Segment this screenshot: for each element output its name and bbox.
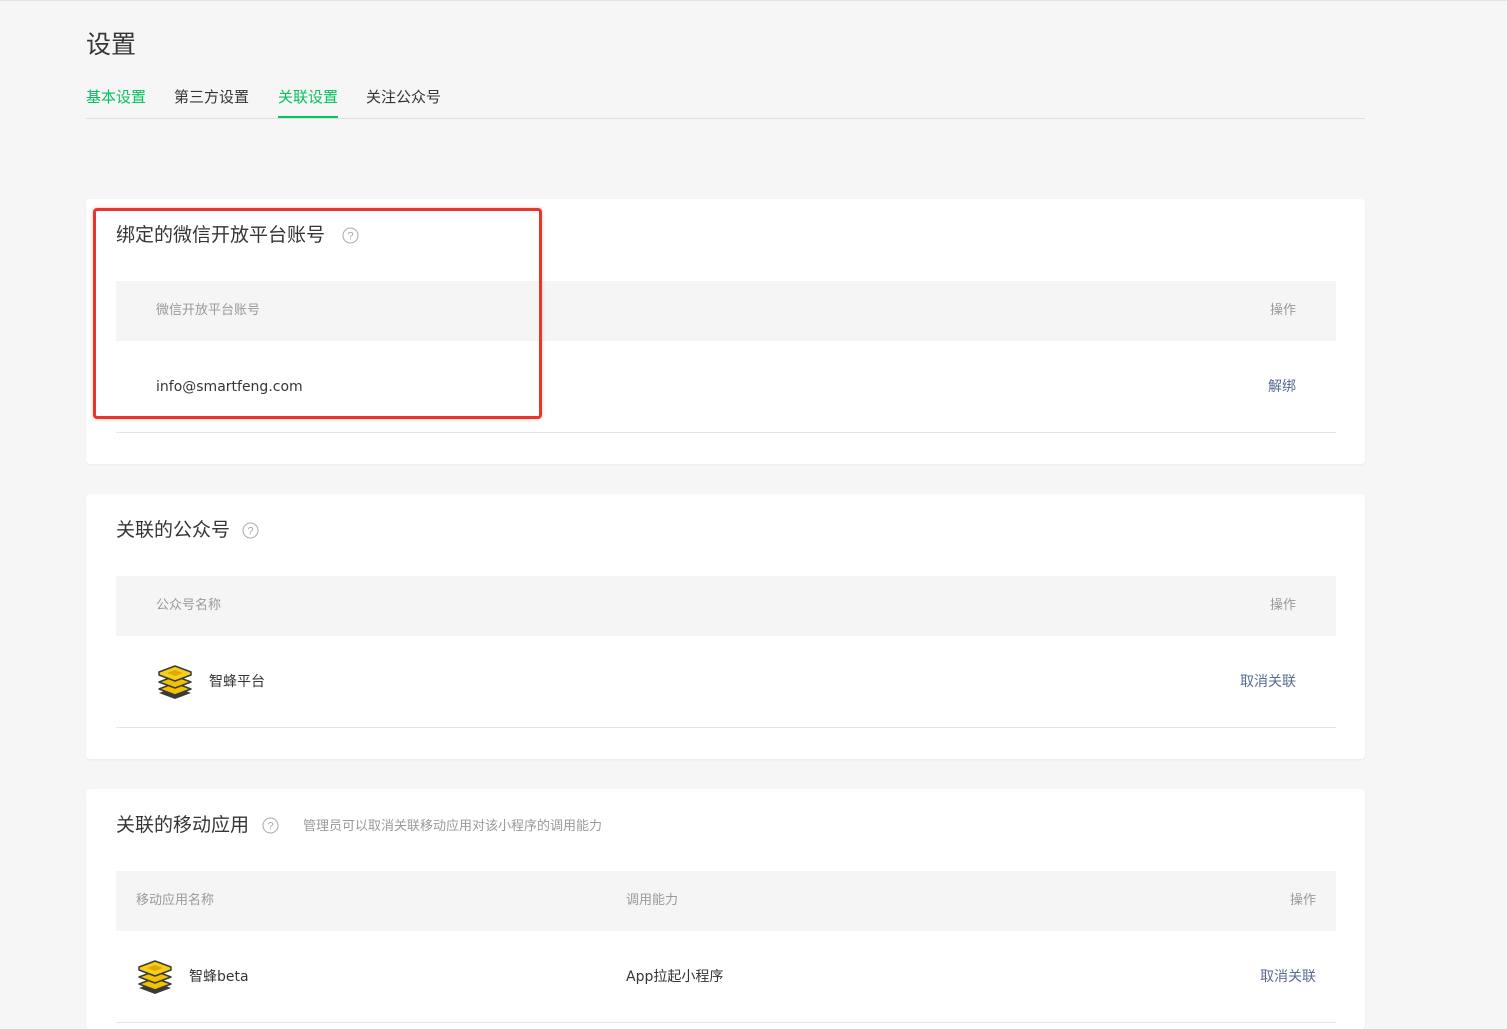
account-email: info@smartfeng.com [156,379,303,395]
tab-third-party-settings[interactable]: 第三方设置 [174,84,249,118]
column-header-action: 操作 [1269,598,1296,613]
settings-tabs: 基本设置 第三方设置 关联设置 关注公众号 [86,84,1365,119]
svg-text:?: ? [247,525,253,537]
column-header-name: 公众号名称 [156,598,222,613]
open-platform-card: 绑定的微信开放平台账号 ? 微信开放平台账号 操作 info@smartfeng… [86,199,1365,464]
page-title: 设置 [86,30,137,59]
svg-text:?: ? [347,230,353,242]
top-divider [0,0,1507,1]
help-icon[interactable]: ? [242,522,259,539]
svg-text:?: ? [267,820,273,832]
cancel-association-link[interactable]: 取消关联 [1240,672,1296,692]
official-accounts-title: 关联的公众号 [116,519,231,541]
column-header-capability: 调用能力 [626,893,679,908]
table-row: 智蜂平台 取消关联 [116,636,1336,728]
tab-follow-official-account[interactable]: 关注公众号 [366,84,441,118]
table-row: 智蜂beta App拉起小程序 取消关联 [116,931,1336,1023]
official-account-name: 智蜂平台 [209,674,265,690]
bee-hive-logo-icon [138,960,172,994]
table-header: 移动应用名称 调用能力 操作 [116,871,1336,931]
column-header-action: 操作 [1269,303,1296,318]
bee-hive-logo-icon [158,665,192,699]
mobile-apps-title: 关联的移动应用 [116,814,250,836]
tab-association-settings[interactable]: 关联设置 [278,84,339,118]
column-header-account: 微信开放平台账号 [156,303,261,318]
table-header: 公众号名称 操作 [116,576,1336,636]
mobile-apps-tip: 管理员可以取消关联移动应用对该小程序的调用能力 [303,819,603,834]
mobile-apps-card: 关联的移动应用 ? 管理员可以取消关联移动应用对该小程序的调用能力 移动应用名称… [86,789,1365,1029]
open-platform-title: 绑定的微信开放平台账号 [116,224,326,246]
table-row: info@smartfeng.com 解绑 [116,341,1336,433]
tab-basic-settings[interactable]: 基本设置 [86,84,146,118]
column-header-action: 操作 [1289,893,1316,908]
mobile-app-capability: App拉起小程序 [626,969,724,985]
cancel-association-link[interactable]: 取消关联 [1260,967,1316,987]
table-header: 微信开放平台账号 操作 [116,281,1336,341]
column-header-name: 移动应用名称 [136,893,215,908]
official-accounts-card: 关联的公众号 ? 公众号名称 操作 智蜂平台 取消关联 [86,494,1365,759]
help-icon[interactable]: ? [262,817,279,834]
mobile-app-name: 智蜂beta [189,969,249,985]
unbind-link[interactable]: 解绑 [1268,377,1296,397]
help-icon[interactable]: ? [342,227,359,244]
